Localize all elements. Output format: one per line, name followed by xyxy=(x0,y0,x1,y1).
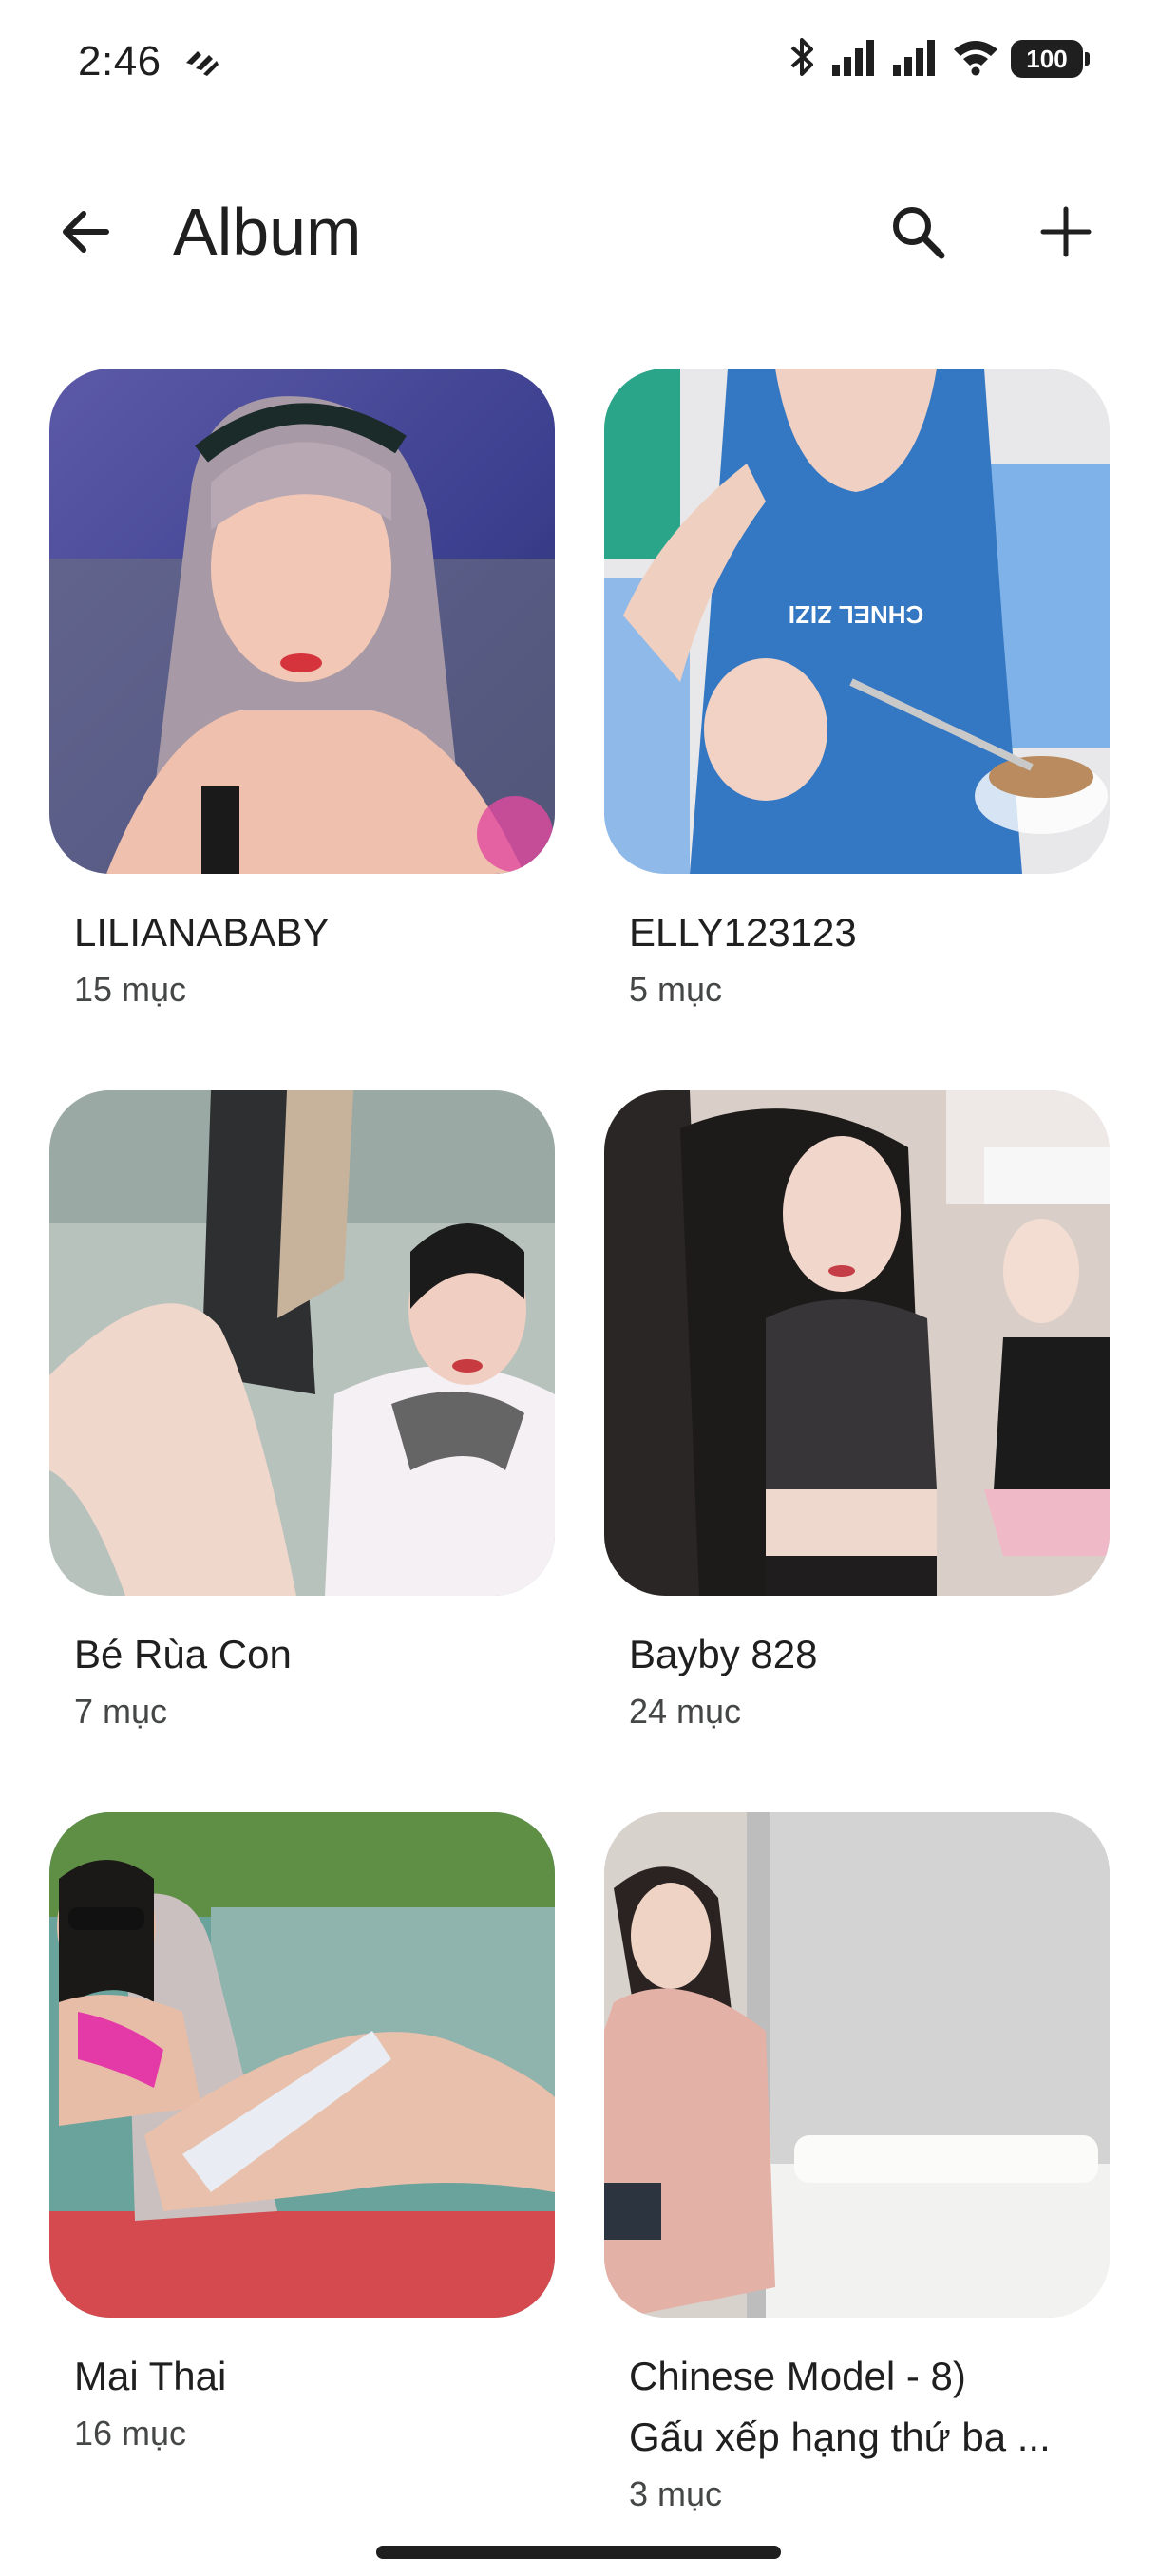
album-name: LILIANABABY xyxy=(74,910,330,955)
album-card[interactable]: Mai Thai 16 mục xyxy=(49,1812,555,2534)
album-name: Mai Thai xyxy=(74,2354,227,2398)
status-bar: 2:46 100 xyxy=(0,0,1159,123)
album-name: ELLY123123 xyxy=(629,910,857,955)
status-icons: 100 xyxy=(787,36,1090,83)
album-item-count: 3 mục xyxy=(629,2474,723,2513)
album-thumbnail: CHNEL ZIZI xyxy=(604,369,1110,874)
album-item-count: 24 mục xyxy=(629,1692,742,1731)
gesture-navigation-bar[interactable] xyxy=(376,2546,781,2559)
svg-text:CHNEL ZIZI: CHNEL ZIZI xyxy=(788,600,924,629)
plus-icon xyxy=(1039,205,1092,263)
signal-icon-2 xyxy=(891,38,940,81)
add-album-button[interactable] xyxy=(1026,194,1106,274)
signal-icon-1 xyxy=(830,38,880,81)
status-time: 2:46 xyxy=(78,38,162,85)
album-name-line2: Gấu xếp hạng thứ ba ... xyxy=(629,2415,1051,2459)
album-item-count: 7 mục xyxy=(74,1692,168,1731)
album-card[interactable]: Chinese Model - 8) Gấu xếp hạng thứ ba .… xyxy=(604,1812,1110,2534)
back-button[interactable] xyxy=(46,194,125,274)
wifi-icon xyxy=(952,38,999,81)
top-app-bar: Album xyxy=(0,171,1159,285)
bluetooth-icon xyxy=(787,36,819,83)
album-item-count: 16 mục xyxy=(74,2414,187,2453)
album-card[interactable]: Bé Rùa Con 7 mục xyxy=(49,1090,555,1812)
album-card[interactable]: LILIANABABY 15 mục xyxy=(49,369,555,1090)
album-item-count: 15 mục xyxy=(74,970,187,1009)
battery-indicator: 100 xyxy=(1011,40,1090,78)
album-grid: LILIANABABY 15 mục CHNEL ZIZI ELLY123123… xyxy=(49,369,1110,2534)
album-card[interactable]: CHNEL ZIZI ELLY123123 5 mục xyxy=(604,369,1110,1090)
album-thumbnail xyxy=(604,1812,1110,2318)
arrow-back-icon xyxy=(57,203,114,265)
album-thumbnail xyxy=(49,1812,555,2318)
album-name: Chinese Model - 8) xyxy=(629,2354,966,2398)
page-title: Album xyxy=(173,195,362,269)
search-button[interactable] xyxy=(878,194,958,274)
album-thumbnail xyxy=(604,1090,1110,1596)
album-card[interactable]: Bayby 828 24 mục xyxy=(604,1090,1110,1812)
album-thumbnail xyxy=(49,1090,555,1596)
album-name: Bé Rùa Con xyxy=(74,1632,292,1676)
notification-icon xyxy=(180,42,222,80)
album-item-count: 5 mục xyxy=(629,970,723,1009)
search-icon xyxy=(888,202,947,266)
album-name: Bayby 828 xyxy=(629,1632,818,1676)
album-thumbnail xyxy=(49,369,555,874)
